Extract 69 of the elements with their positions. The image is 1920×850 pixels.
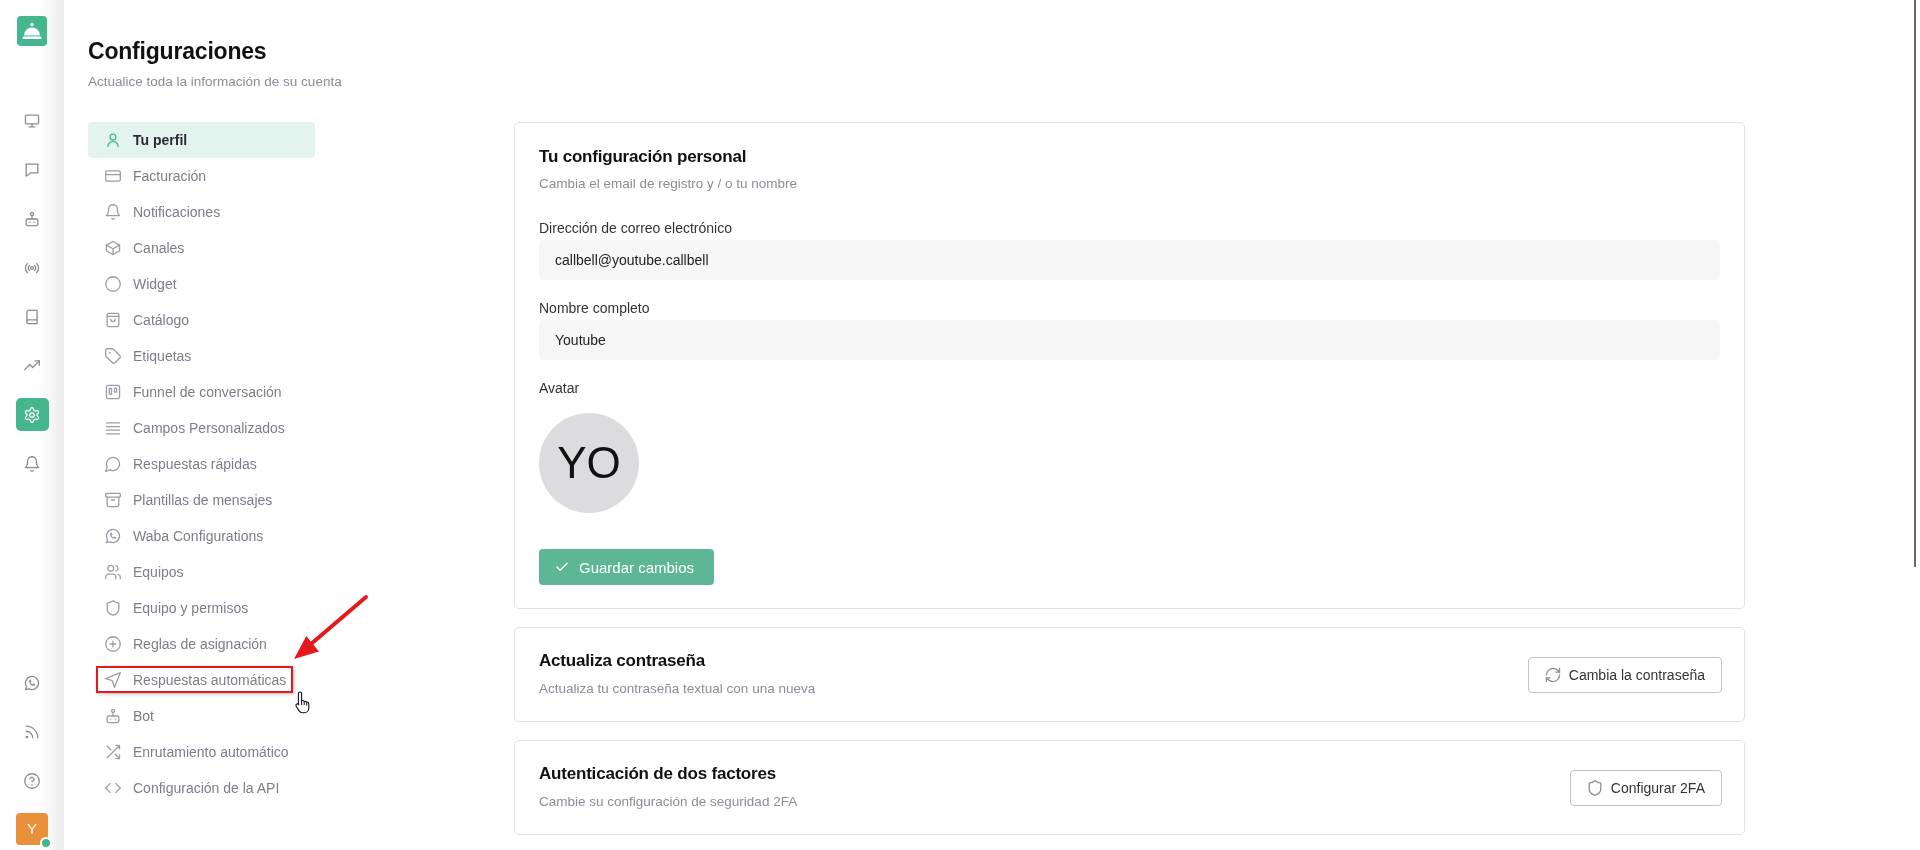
nav-rail-button[interactable] (15, 398, 49, 431)
avatar-initials: YO (539, 413, 639, 513)
settings-icon (24, 406, 40, 423)
settings-nav-item[interactable]: Reglas de asignación (88, 626, 315, 662)
text-field[interactable]: callbell@youtube.callbell (539, 240, 1720, 280)
settings-nav-item[interactable]: Bot (88, 698, 315, 734)
check-icon (555, 560, 569, 574)
chat-bubble-icon (24, 161, 40, 178)
settings-nav-item[interactable]: Campos Personalizados (88, 410, 315, 446)
robot-icon (105, 708, 121, 724)
archive-box-icon (105, 492, 121, 508)
circle-icon (105, 276, 121, 292)
settings-nav-item[interactable]: Notificaciones (88, 194, 315, 230)
paper-plane-icon (105, 672, 121, 688)
phone-chat-icon (24, 674, 40, 691)
settings-nav-item[interactable]: Funnel de conversación (88, 374, 315, 410)
settings-nav-item[interactable]: Tu perfil (88, 122, 315, 158)
credit-card-icon (105, 168, 121, 184)
robot-icon (24, 210, 40, 227)
text-field[interactable]: Youtube (539, 320, 1720, 360)
settings-nav-item[interactable]: Equipos (88, 554, 315, 590)
settings-nav-item[interactable]: Plantillas de mensajes (88, 482, 315, 518)
field-label: Avatar (539, 379, 580, 398)
card-title: Tu configuración personal (539, 146, 747, 168)
help-icon (24, 772, 40, 789)
rss-icon (24, 723, 40, 740)
card-subtitle: Cambia el email de registro y / o tu nombre (539, 175, 798, 193)
card-title: Actualiza contraseña (539, 651, 706, 671)
settings-nav-item[interactable]: Equipo y permisos (88, 590, 315, 626)
service-bell-icon[interactable] (17, 16, 47, 46)
settings-nav-item[interactable]: Canales (88, 230, 315, 266)
configure-2fa-button[interactable]: Configurar 2FA (1569, 770, 1722, 806)
users-icon (105, 564, 121, 580)
settings-nav-item[interactable]: Etiquetas (88, 338, 315, 374)
card-title: Autenticación de dos factores (539, 764, 776, 784)
field-label: Dirección de correo electrónico (539, 219, 732, 238)
settings-nav-item[interactable]: Respuestas rápidas (88, 446, 315, 482)
chat-bubble-icon (105, 456, 121, 472)
page-title: Configuraciones (88, 37, 267, 66)
code-icon (105, 780, 121, 796)
shopping-bag-icon (105, 312, 121, 328)
lines-icon (105, 420, 121, 436)
bell-icon (105, 204, 121, 220)
settings-nav-item[interactable]: Waba Configurations (88, 518, 315, 554)
monitor-icon (24, 112, 40, 129)
settings-nav-item[interactable]: Widget (88, 266, 315, 302)
card-subtitle: Cambie su configuración de seguridad 2FA (539, 793, 798, 811)
settings-nav-item[interactable]: Configuración de la API (88, 770, 315, 806)
settings-nav-item[interactable]: Respuestas automáticas (88, 662, 315, 698)
phone-chat-icon (105, 528, 121, 544)
change-password-button[interactable]: Cambia la contraseña (1527, 657, 1722, 693)
field-label: Nombre completo (539, 299, 650, 318)
settings-nav-item[interactable]: Facturación (88, 158, 315, 194)
shield-icon (105, 600, 121, 616)
plus-circle-icon (105, 636, 121, 652)
tag-icon (105, 348, 121, 364)
cube-icon (105, 240, 121, 256)
card-subtitle: Actualiza tu contraseña textual con una nueva (539, 680, 816, 698)
shuffle-icon (105, 744, 121, 760)
kanban-board-icon (105, 384, 121, 400)
shield-icon (1586, 780, 1603, 796)
book-icon (24, 308, 40, 325)
user-icon (105, 132, 121, 148)
bell-icon (24, 455, 40, 472)
page-subtitle: Actualice toda la información de su cuenta (88, 73, 342, 91)
refresh-icon (1544, 667, 1561, 683)
settings-nav-item[interactable]: Catálogo (88, 302, 315, 338)
scrollbar-thumb[interactable] (1914, 0, 1916, 567)
settings-nav-item[interactable]: Enrutamiento automático (88, 734, 315, 770)
